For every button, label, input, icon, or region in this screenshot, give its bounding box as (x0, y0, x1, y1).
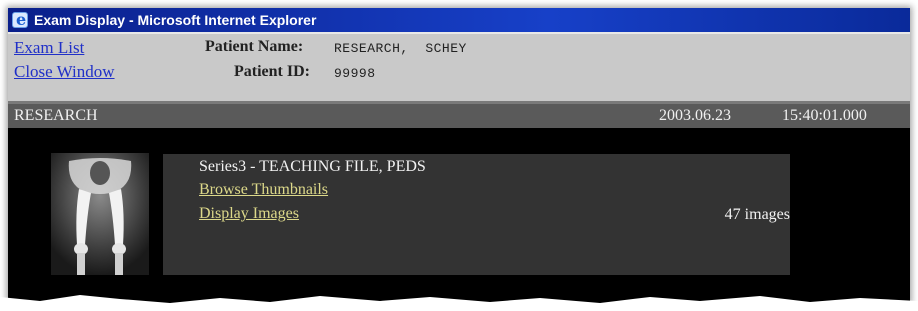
x-ray-thumbnail[interactable] (51, 153, 149, 275)
window-title: Exam Display - Microsoft Internet Explor… (34, 12, 317, 28)
browse-thumbnails-link[interactable]: Browse Thumbnails (199, 181, 328, 199)
close-window-link[interactable]: Close Window (14, 62, 115, 82)
title-bar: Exam Display - Microsoft Internet Explor… (8, 8, 910, 32)
patient-name-label: Patient Name: (205, 38, 304, 55)
series-title: Series3 - TEACHING FILE, PEDS (199, 158, 426, 175)
exam-header: Exam List Close Window Patient Name: RES… (8, 32, 910, 104)
torn-edge-decoration (0, 295, 918, 311)
patient-name-value: RESEARCH, SCHEY (334, 41, 467, 56)
patient-id-label: Patient ID: (234, 63, 310, 80)
series-panel: Series3 - TEACHING FILE, PEDS Browse Thu… (163, 154, 790, 275)
exam-info-bar: RESEARCH 2003.06.23 15:40:01.000 (8, 104, 910, 128)
patient-id-value: 99998 (334, 66, 376, 81)
x-ray-thumbnail-image (51, 153, 149, 275)
display-images-link[interactable]: Display Images (199, 205, 299, 223)
exam-list-link[interactable]: Exam List (14, 38, 84, 58)
exam-time: 15:40:01.000 (782, 107, 867, 124)
image-count: 47 images (724, 206, 790, 223)
exam-date: 2003.06.23 (659, 107, 731, 124)
exam-name: RESEARCH (14, 107, 98, 124)
ie-icon (12, 8, 28, 32)
browser-window: Exam Display - Microsoft Internet Explor… (8, 8, 910, 303)
